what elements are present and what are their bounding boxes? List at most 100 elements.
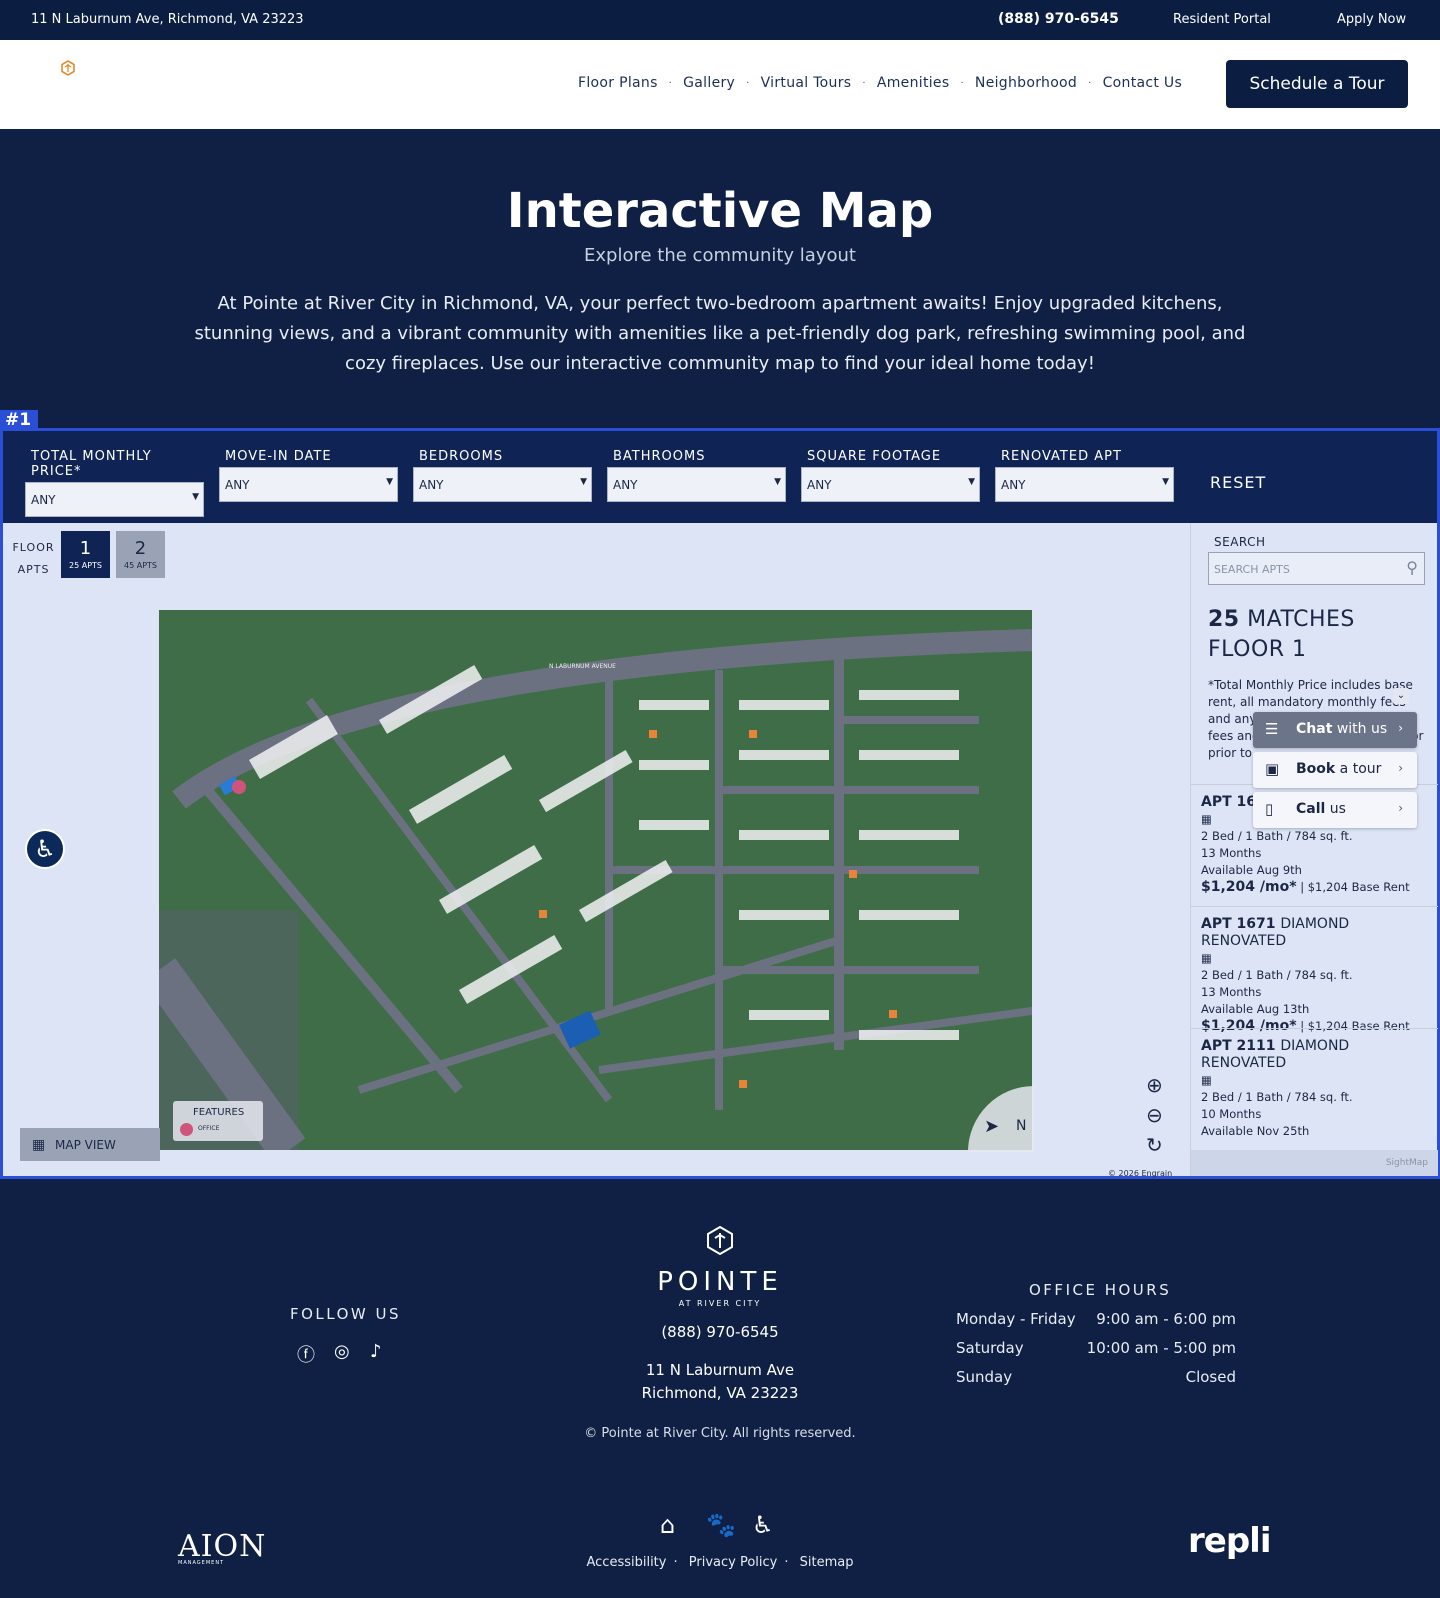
logo-icon[interactable] — [60, 60, 76, 76]
divider — [1191, 906, 1438, 907]
search-icon[interactable]: ⚲ — [1406, 558, 1418, 577]
footer: FOLLOW US ⓕ ◎ ♪ POINTE AT RIVER CITY (88… — [0, 1179, 1440, 1598]
search-placeholder: SEARCH APTS — [1214, 563, 1290, 576]
map-copyright: © 2026 Engrain — [1108, 1169, 1173, 1178]
map-icon: ▦ — [32, 1137, 46, 1153]
reset-view-icon[interactable]: ↻ — [1146, 1133, 1163, 1157]
search-input[interactable]: SEARCH APTS ⚲ — [1208, 552, 1425, 585]
link-separator: · — [784, 1555, 789, 1570]
listing-sidebar: SEARCH SEARCH APTS ⚲ 25 MATCHES FLOOR 1 … — [1190, 523, 1438, 1176]
accessibility-link[interactable]: Accessibility — [586, 1555, 666, 1570]
listing-term: 10 Months — [1201, 1107, 1262, 1121]
nav-separator: · — [862, 77, 866, 89]
listing-apt: APT 1671 DIAMOND RENOVATED — [1201, 916, 1437, 950]
select-value: ANY — [225, 478, 250, 492]
resident-portal-link[interactable]: Resident Portal — [1173, 12, 1271, 27]
move-in-select[interactable]: ANY ▼ — [219, 467, 398, 502]
listing-base-rent: $1,204 Base Rent — [1307, 1019, 1410, 1033]
calendar-icon: ▣ — [1265, 760, 1280, 778]
reset-button[interactable]: RESET — [1210, 473, 1266, 492]
dropdown-arrow-icon: ▼ — [386, 477, 393, 487]
nav-amenities[interactable]: Amenities — [877, 75, 950, 91]
footer-brand-sub: AT RIVER CITY — [678, 1299, 762, 1308]
chat-button[interactable]: ☰ Chat with us › — [1253, 712, 1417, 748]
chat-icon: ☰ — [1265, 720, 1279, 738]
page-title: Interactive Map — [506, 183, 934, 239]
dropdown-arrow-icon: ▼ — [968, 477, 975, 487]
listing-availability: Available Aug 9th — [1201, 863, 1302, 877]
hours-time: Closed — [1185, 1368, 1236, 1386]
chevron-right-icon: › — [1398, 721, 1403, 735]
floor-2-button[interactable]: 2 45 APTS — [116, 531, 165, 578]
price-select[interactable]: ANY ▼ — [25, 482, 204, 517]
footer-copyright: © Pointe at River City. All rights reser… — [584, 1426, 856, 1441]
site-map[interactable]: N LABURNUM AVENUE — [159, 610, 1032, 1150]
filter-label: RENOVATED APT — [1001, 449, 1122, 464]
compass-label: N — [1016, 1118, 1027, 1134]
filter-label: MOVE-IN DATE — [225, 449, 332, 464]
call-bold: Call — [1296, 801, 1326, 817]
sightmap-credit: SightMap — [1191, 1150, 1438, 1176]
square-footage-select[interactable]: ANY ▼ — [801, 467, 980, 502]
sitemap-link[interactable]: Sitemap — [800, 1555, 854, 1570]
pointe-logo-icon — [707, 1225, 733, 1255]
top-phone-link[interactable]: (888) 970-6545 — [998, 11, 1119, 27]
listing-availability: Available Aug 13th — [1201, 1002, 1310, 1016]
floor-1-button[interactable]: 1 25 APTS — [61, 531, 110, 578]
schedule-tour-button[interactable]: Schedule a Tour — [1226, 60, 1408, 108]
listing-term: 13 Months — [1201, 985, 1262, 999]
nav-separator: · — [668, 77, 673, 89]
call-button[interactable]: ▯ Call us › — [1253, 792, 1417, 828]
accessibility-icon[interactable]: ♿ — [25, 829, 65, 869]
collapse-widget-icon[interactable]: ⌄ — [1393, 688, 1409, 704]
filter-bathrooms: BATHROOMS ANY ▼ — [607, 449, 786, 502]
map-view-button[interactable]: ▦ MAP VIEW — [20, 1128, 160, 1161]
bathrooms-select[interactable]: ANY ▼ — [607, 467, 786, 502]
filter-label: BATHROOMS — [613, 449, 706, 464]
nav-floor-plans[interactable]: Floor Plans — [578, 75, 658, 91]
book-tour-button[interactable]: ▣ Book a tour › — [1253, 752, 1417, 788]
bedrooms-select[interactable]: ANY ▼ — [413, 467, 592, 502]
nav-neighborhood[interactable]: Neighborhood — [975, 75, 1077, 91]
hours-day: Saturday — [956, 1339, 1024, 1357]
listing-apt: APT 2111 DIAMOND RENOVATED — [1201, 1038, 1437, 1072]
listing-item[interactable]: APT 1671 DIAMOND RENOVATED ▦ 2 Bed / 1 B… — [1201, 916, 1437, 1035]
listing-details: 2 Bed / 1 Bath / 784 sq. ft. — [1201, 829, 1353, 843]
filter-bedrooms: BEDROOMS ANY ▼ — [413, 449, 592, 502]
nav-gallery[interactable]: Gallery — [683, 75, 735, 91]
select-value: ANY — [613, 478, 638, 492]
filter-renovated: RENOVATED APT ANY ▼ — [995, 449, 1174, 502]
listing-item[interactable]: APT 2111 DIAMOND RENOVATED ▦ 2 Bed / 1 B… — [1201, 1038, 1437, 1140]
zoom-out-icon[interactable]: ⊖ — [1146, 1103, 1163, 1127]
page-subtitle: Explore the community layout — [584, 245, 856, 266]
office-dot-icon — [180, 1123, 193, 1136]
apply-now-link[interactable]: Apply Now — [1337, 12, 1406, 27]
dropdown-arrow-icon: ▼ — [1162, 477, 1169, 487]
nav-contact-us[interactable]: Contact Us — [1103, 75, 1182, 91]
book-label: Book a tour — [1296, 761, 1381, 777]
filter-square-footage: SQUARE FOOTAGE ANY ▼ — [801, 449, 980, 502]
repli-logo[interactable]: repli — [1188, 1521, 1271, 1561]
listing-price: $1,204 /mo* — [1201, 879, 1297, 895]
floor-apts-count: 45 APTS — [124, 561, 157, 570]
calculator-icon[interactable]: ▦ — [1201, 1072, 1437, 1089]
nav-virtual-tours[interactable]: Virtual Tours — [761, 75, 852, 91]
chat-rest: with us — [1332, 721, 1388, 737]
calculator-icon[interactable]: ▦ — [1201, 950, 1437, 967]
footer-brand: POINTE — [657, 1267, 783, 1297]
nav-separator: · — [746, 77, 750, 89]
office-hours-heading: OFFICE HOURS — [1029, 1281, 1172, 1299]
hours-time: 9:00 am - 6:00 pm — [1096, 1310, 1236, 1328]
dropdown-arrow-icon: ▼ — [774, 477, 781, 487]
select-value: ANY — [1001, 478, 1026, 492]
matches-heading: 25 MATCHES FLOOR 1 — [1208, 605, 1355, 665]
renovated-select[interactable]: ANY ▼ — [995, 467, 1174, 502]
privacy-policy-link[interactable]: Privacy Policy — [689, 1555, 778, 1570]
matches-word: MATCHES — [1247, 607, 1355, 632]
accessible-icon: ♿ — [752, 1511, 774, 1539]
matches-floor: FLOOR 1 — [1208, 637, 1307, 662]
floor-label: FLOOR — [12, 541, 55, 554]
dropdown-arrow-icon: ▼ — [580, 477, 587, 487]
zoom-in-icon[interactable]: ⊕ — [1146, 1073, 1163, 1097]
filter-bar: TOTAL MONTHLY PRICE* ANY ▼ MOVE-IN DATE A… — [3, 431, 1437, 523]
